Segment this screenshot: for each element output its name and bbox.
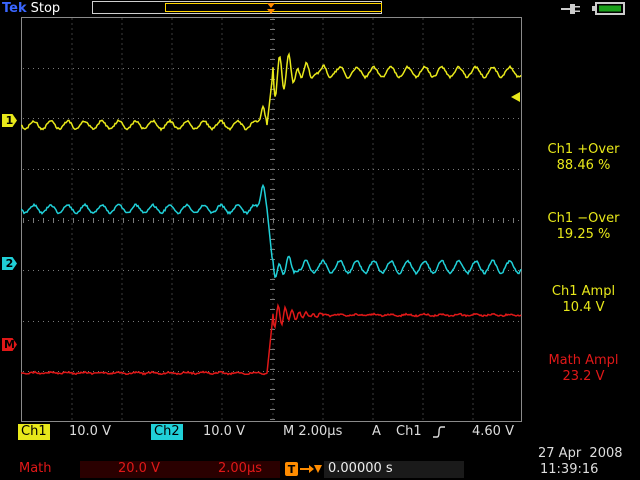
trigger-offset-icon: T	[285, 462, 322, 476]
ch1-volts-per-div: 10.0 V	[69, 424, 111, 440]
measurement-name: Ch1 +Over	[527, 142, 640, 158]
brand-status: Tek Stop	[2, 0, 60, 17]
trigger-level-readout: 4.60 V	[472, 424, 514, 440]
ch2-volts-per-div: 10.0 V	[203, 424, 245, 440]
date-readout: 27 Apr 2008	[538, 446, 623, 462]
svg-text:T: T	[288, 463, 296, 476]
horizontal-time-per-div: M 2.00µs	[283, 424, 342, 440]
measurement-value: 88.46 %	[527, 158, 640, 174]
math-ground-marker[interactable]: M	[2, 338, 17, 351]
measurement-ch1-amplitude: Ch1 Ampl 10.4 V	[527, 284, 640, 316]
battery-icon	[592, 2, 626, 15]
measurement-ch1-positive-overshoot: Ch1 +Over 88.46 %	[527, 142, 640, 174]
measurement-name: Math Ampl	[527, 353, 640, 369]
trigger-offset-readout: 0.00000 s	[328, 461, 393, 477]
measurement-math-amplitude: Math Ampl 23.2 V	[527, 353, 640, 385]
ch2-label[interactable]: Ch2	[151, 424, 183, 440]
measurement-name: Ch1 Ampl	[527, 284, 640, 300]
measurement-value: 19.25 %	[527, 227, 640, 243]
waveform-display[interactable]	[21, 17, 522, 422]
math-volts-per-div: 20.0 V	[118, 461, 160, 477]
math-time-per-div: 2.00µs	[218, 461, 262, 477]
measurement-ch1-negative-overshoot: Ch1 −Over 19.25 %	[527, 211, 640, 243]
rising-edge-icon	[432, 426, 446, 438]
ch2-ground-marker[interactable]: 2	[2, 257, 17, 270]
trigger-level-arrow-icon[interactable]	[511, 92, 520, 102]
math-label[interactable]: Math	[19, 461, 52, 477]
trigger-pointer-top-icon	[267, 3, 275, 8]
measurement-value: 23.2 V	[527, 369, 640, 385]
trigger-mode: A	[372, 424, 381, 440]
ac-power-icon	[561, 3, 581, 15]
run-state[interactable]: Stop	[31, 1, 61, 16]
ch1-ground-marker[interactable]: 1	[2, 114, 17, 127]
ch1-label[interactable]: Ch1	[18, 424, 50, 440]
brand-logo: Tek	[2, 1, 27, 16]
trigger-source: Ch1	[396, 424, 422, 440]
time-readout: 11:39:16	[540, 462, 598, 478]
measurement-value: 10.4 V	[527, 300, 640, 316]
trigger-pointer-icon	[267, 9, 275, 14]
measurement-name: Ch1 −Over	[527, 211, 640, 227]
